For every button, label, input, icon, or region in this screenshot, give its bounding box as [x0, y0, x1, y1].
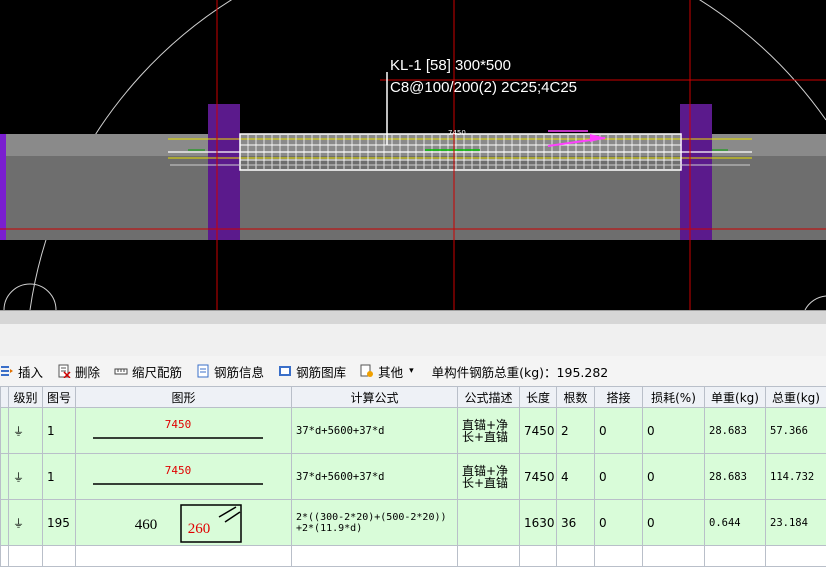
cell-total-weight[interactable]: 23.184 — [765, 499, 826, 546]
delete-label: 删除 — [75, 364, 101, 380]
rebar-library-button[interactable]: 钢筋图库 — [278, 362, 346, 381]
cell-length[interactable]: 1630 — [519, 499, 557, 546]
col-header[interactable]: 图形 — [75, 386, 292, 408]
insert-icon — [0, 364, 14, 378]
cell-unit-weight[interactable]: 28.683 — [704, 453, 766, 500]
col-header[interactable]: 长度 — [519, 386, 557, 408]
total-weight: 单构件钢筋总重(kg)：195.282 — [431, 364, 609, 380]
cell-shape[interactable]: 7450 — [75, 453, 292, 500]
rebar-toolbar: 插入 删除 缩尺配筋 钢筋信息 钢筋图库 其他 ▾ 单构件钢筋总重(kg)：19… — [0, 356, 826, 386]
cell-count[interactable]: 4 — [556, 453, 595, 500]
cell-grade[interactable]: ⏚ — [8, 407, 43, 454]
cell-fig-no[interactable]: 195 — [42, 499, 76, 546]
cell-total-weight[interactable]: 114.732 — [765, 453, 826, 500]
row-header-corner — [0, 386, 9, 408]
delete-button[interactable]: 删除 — [57, 362, 100, 381]
formula-line: 2*((300-2*20)+(500-2*20)) — [296, 511, 447, 523]
table-row[interactable]: ⏚ 1 7450 37*d+5600+37*d 直锚+净长+直锚 7450 4 … — [0, 453, 826, 500]
col-header[interactable]: 损耗(%) — [642, 386, 705, 408]
cell-lap[interactable]: 0 — [594, 407, 643, 454]
cell-formula[interactable]: 37*d+5600+37*d — [291, 453, 458, 500]
cell-count[interactable]: 36 — [556, 499, 595, 546]
column-right — [680, 104, 712, 240]
cell-fig-no[interactable]: 1 — [42, 453, 76, 500]
cell-loss[interactable]: 0 — [642, 453, 705, 500]
rebar-info-button[interactable]: 钢筋信息 — [196, 362, 264, 381]
cell-length[interactable]: 7450 — [519, 407, 557, 454]
other-label: 其他 — [378, 364, 404, 380]
table-row[interactable]: ⏚ 1 7450 37*d+5600+37*d 直锚+净长+直锚 7450 2 … — [0, 407, 826, 454]
row-indicator[interactable] — [0, 453, 9, 500]
cell-shape[interactable]: 7450 — [75, 407, 292, 454]
cell-unit-weight[interactable]: 0.644 — [704, 499, 766, 546]
col-header[interactable]: 搭接 — [594, 386, 643, 408]
cell-desc[interactable] — [457, 499, 520, 546]
table-row-empty[interactable] — [0, 545, 826, 567]
cell-fig-no[interactable]: 1 — [42, 407, 76, 454]
col-header[interactable]: 计算公式 — [291, 386, 458, 408]
cell-length[interactable]: 7450 — [519, 453, 557, 500]
formula-line: +2*(11.9*d) — [296, 522, 363, 534]
row-indicator[interactable] — [0, 407, 9, 454]
svg-text:460: 460 — [135, 517, 158, 533]
svg-text:260: 260 — [188, 521, 211, 537]
cell-total-weight[interactable]: 57.366 — [765, 407, 826, 454]
other-dropdown[interactable]: 其他 ▾ — [360, 362, 414, 381]
beam-label-line1: KL-1 [58] 300*500 — [390, 57, 511, 74]
document-icon — [196, 364, 210, 378]
col-header[interactable]: 根数 — [556, 386, 595, 408]
insert-button[interactable]: 插入 — [0, 362, 43, 381]
rebar-library-label: 钢筋图库 — [296, 364, 347, 380]
settings-doc-icon — [360, 364, 374, 378]
scale-rebar-button[interactable]: 缩尺配筋 — [114, 362, 182, 381]
cell-loss[interactable]: 0 — [642, 407, 705, 454]
cell-loss[interactable]: 0 — [642, 499, 705, 546]
panel-spacer — [0, 324, 826, 356]
splitter-bar[interactable] — [0, 310, 826, 325]
straight-bar-shape: 7450 — [93, 418, 263, 439]
scale-rebar-label: 缩尺配筋 — [132, 364, 183, 380]
col-header[interactable]: 单重(kg) — [704, 386, 766, 408]
cell-shape[interactable]: 460 260 — [75, 499, 292, 546]
dimension-text: 7450 — [448, 129, 466, 137]
table-header: 级别 图号 图形 计算公式 公式描述 长度 根数 搭接 损耗(%) 单重(kg)… — [0, 386, 826, 408]
cell-count[interactable]: 2 — [556, 407, 595, 454]
cell-desc[interactable]: 直锚+净长+直锚 — [457, 407, 520, 454]
cell-desc[interactable]: 直锚+净长+直锚 — [457, 453, 520, 500]
delete-icon — [57, 364, 71, 379]
rebar-info-label: 钢筋信息 — [214, 364, 265, 380]
stirrup-shape: 460 260 — [135, 504, 242, 543]
cell-lap[interactable]: 0 — [594, 453, 643, 500]
svg-text:7450: 7450 — [165, 464, 192, 477]
straight-bar-shape: 7450 — [93, 464, 263, 485]
cell-formula[interactable]: 37*d+5600+37*d — [291, 407, 458, 454]
cell-unit-weight[interactable]: 28.683 — [704, 407, 766, 454]
rebar-table: 级别 图号 图形 计算公式 公式描述 长度 根数 搭接 损耗(%) 单重(kg)… — [0, 386, 826, 567]
ruler-icon — [114, 364, 128, 378]
row-indicator[interactable] — [0, 499, 9, 546]
table-row[interactable]: ⏚ 195 460 260 2*((300-2*20)+(500-2*20)) … — [0, 499, 826, 546]
col-header[interactable]: 级别 — [8, 386, 43, 408]
col-header[interactable]: 总重(kg) — [765, 386, 826, 408]
col-header[interactable]: 公式描述 — [457, 386, 520, 408]
library-icon — [278, 364, 292, 378]
cell-lap[interactable]: 0 — [594, 499, 643, 546]
cad-drawing: 7450 — [0, 0, 826, 310]
column-left-edge — [0, 134, 6, 240]
cell-grade[interactable]: ⏚ — [8, 499, 43, 546]
svg-text:7450: 7450 — [165, 418, 192, 431]
insert-label: 插入 — [18, 364, 44, 380]
cell-grade[interactable]: ⏚ — [8, 453, 43, 500]
col-header[interactable]: 图号 — [42, 386, 76, 408]
chevron-down-icon: ▾ — [409, 366, 414, 376]
column-left — [208, 104, 240, 240]
beam-label-line2: C8@100/200(2) 2C25;4C25 — [390, 79, 578, 96]
cad-viewport[interactable]: 7450 KL-1 [58] 300*500 C8@100/200(2) 2C2… — [0, 0, 826, 310]
cell-formula[interactable]: 2*((300-2*20)+(500-2*20)) +2*(11.9*d) — [291, 499, 458, 546]
